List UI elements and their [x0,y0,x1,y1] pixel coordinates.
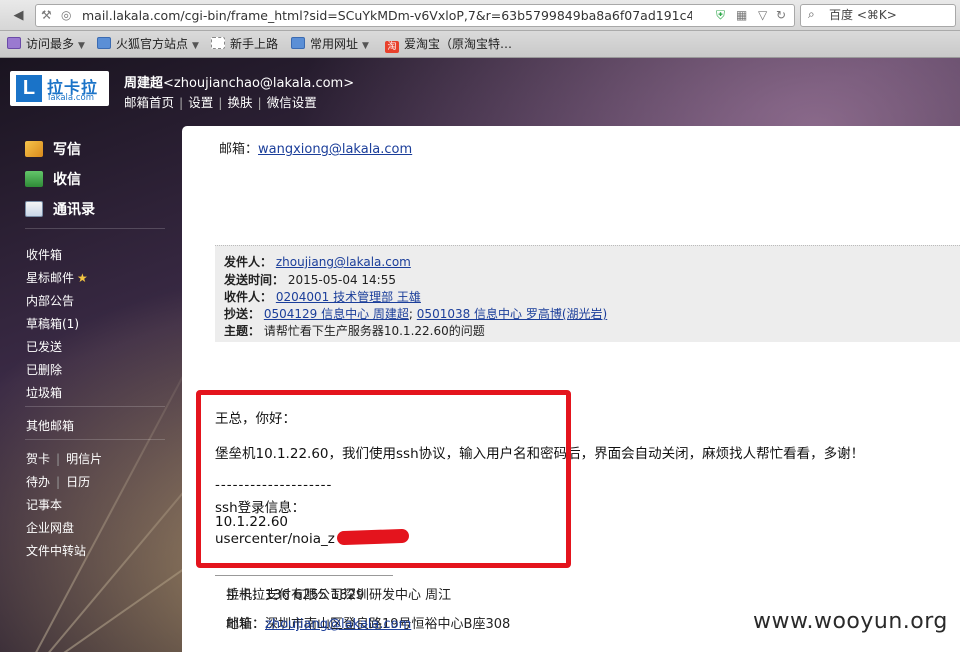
tool-todo[interactable]: 待办 [26,475,50,489]
tool-netdisk[interactable]: 企业网盘 [26,519,74,536]
quote-from-row: 发件人： zhoujiang@lakala.com [224,255,411,269]
signature-email: 邮箱：zhoujiang@lakala.com [226,617,412,632]
link-mail-home[interactable]: 邮箱首页 [124,95,174,110]
mail-content: 邮箱：wangxiong@lakala.com 发件人： zhoujiang@l… [182,126,960,652]
tool-file-transfer[interactable]: 文件中转站 [26,542,86,559]
back-icon[interactable]: ◀ [9,6,28,25]
bookmark-most-visited[interactable]: 访问最多 ▼ [7,35,85,54]
quote-subject-row: 主题： 请帮忙看下生产服务器10.1.22.60的问题 [224,324,485,336]
browser-toolbar: ◀ ⚒ ◎ mail.lakala.com/cgi-bin/frame_html… [0,0,960,31]
folder-sent[interactable]: 已发送 [26,338,62,355]
from-link[interactable]: zhoujiang@lakala.com [276,255,411,269]
qr-icon[interactable]: ▦ [736,7,747,24]
shield-icon[interactable]: ⛨ [716,7,725,24]
download-icon [25,171,43,187]
folder-icon [291,37,305,49]
other-mailboxes[interactable]: 其他邮箱 [26,417,74,434]
bookmark-common-sites[interactable]: 常用网址 ▼ [291,35,369,54]
search-box[interactable]: ⌕ 百度 <⌘K> [800,4,956,27]
page-icon [211,37,225,49]
folder-deleted[interactable]: 已删除 [26,361,62,378]
tool-postcard[interactable]: 明信片 [66,452,102,466]
folder-icon [97,37,111,49]
cc-link-2[interactable]: 0501038 信息中心 罗高博(湖光岩) [417,307,607,321]
watermark: www.wooyun.org [753,609,948,634]
chevron-down-icon: ▼ [362,41,369,51]
tool-greeting-card[interactable]: 贺卡 [26,452,50,466]
chevron-down-icon: ▼ [192,41,199,51]
mailbox-link[interactable]: wangxiong@lakala.com [258,142,412,157]
sidebar-divider [25,406,165,407]
link-skin[interactable]: 换肤 [227,95,252,110]
logo-mark-icon: L [16,75,42,102]
signature-email-link[interactable]: zhoujiang@lakala.com [265,617,411,632]
tool-calendar[interactable]: 日历 [66,475,90,489]
cc-link-1[interactable]: 0504129 信息中心 周建超 [264,307,409,321]
bookmarks-bar: 访问最多 ▼ 火狐官方站点 ▼ 新手上路 常用网址 ▼ 淘爱淘宝（原淘宝特… [0,31,960,58]
user-identity: 周建超<zhoujianchao@lakala.com> [124,76,355,91]
top-links: 邮箱首页 | 设置 | 换肤 | 微信设置 [124,95,317,110]
link-wechat-settings[interactable]: 微信设置 [267,95,317,110]
most-visited-icon [7,37,21,49]
dropdown-icon[interactable]: ▽ [758,7,767,24]
chevron-down-icon: ▼ [78,41,85,51]
quoted-header: 发件人： zhoujiang@lakala.com 发送时间： 2015-05-… [215,245,960,342]
quote-to-row: 收件人： 0204001 技术管理部 王雄 [224,290,421,304]
signature-phone: 手机：136 6255 1829 [226,588,365,603]
bookmark-getting-started[interactable]: 新手上路 [211,35,278,54]
quote-time-row: 发送时间： 2015-05-04 14:55 [224,273,396,287]
folder-inbox[interactable]: 收件箱 [26,246,62,263]
bookmark-aitaobao[interactable]: 淘爱淘宝（原淘宝特… [385,35,512,54]
globe-icon: ◎ [61,8,72,22]
contact-card-icon [25,201,43,217]
to-link[interactable]: 0204001 技术管理部 王雄 [276,290,421,304]
pencil-icon [25,141,43,157]
folder-drafts[interactable]: 草稿箱(1) [26,315,79,332]
url-text[interactable]: mail.lakala.com/cgi-bin/frame_html?sid=S… [82,5,692,26]
wrench-icon[interactable]: ⚒ [41,7,52,24]
mailbox-line: 邮箱：wangxiong@lakala.com [219,142,413,157]
tools-row-2: 待办 | 日历 [26,475,91,489]
compose-button[interactable]: 写信 [25,139,81,161]
contacts-button[interactable]: 通讯录 [25,199,95,221]
receive-button[interactable]: 收信 [25,169,81,191]
quote-cc-row: 抄送： 0504129 信息中心 周建超; 0501038 信息中心 罗高博(湖… [224,307,608,321]
signature-divider [215,575,393,576]
taobao-icon: 淘 [385,41,399,53]
tool-notepad[interactable]: 记事本 [26,496,62,513]
mail-app: L 拉卡拉 lakala.com 周建超<zhoujianchao@lakala… [0,58,960,652]
sidebar-divider [25,439,165,440]
search-input[interactable]: 百度 <⌘K> [829,5,897,26]
folder-announcements[interactable]: 内部公告 [26,292,74,309]
bookmark-firefox-sites[interactable]: 火狐官方站点 ▼ [97,35,199,54]
folder-spam[interactable]: 垃圾箱 [26,384,62,401]
folder-starred[interactable]: 星标邮件 ★ [26,269,88,286]
sidebar-divider [25,228,165,229]
url-bar[interactable]: ⚒ ◎ mail.lakala.com/cgi-bin/frame_html?s… [35,4,795,27]
star-icon: ★ [77,271,88,285]
lakala-logo[interactable]: L 拉卡拉 lakala.com [10,71,109,106]
tools-row-1: 贺卡 | 明信片 [26,452,103,466]
reload-icon[interactable]: ↻ [776,7,786,24]
highlight-box [196,390,571,568]
link-settings[interactable]: 设置 [188,95,213,110]
search-icon: ⌕ [808,7,815,21]
